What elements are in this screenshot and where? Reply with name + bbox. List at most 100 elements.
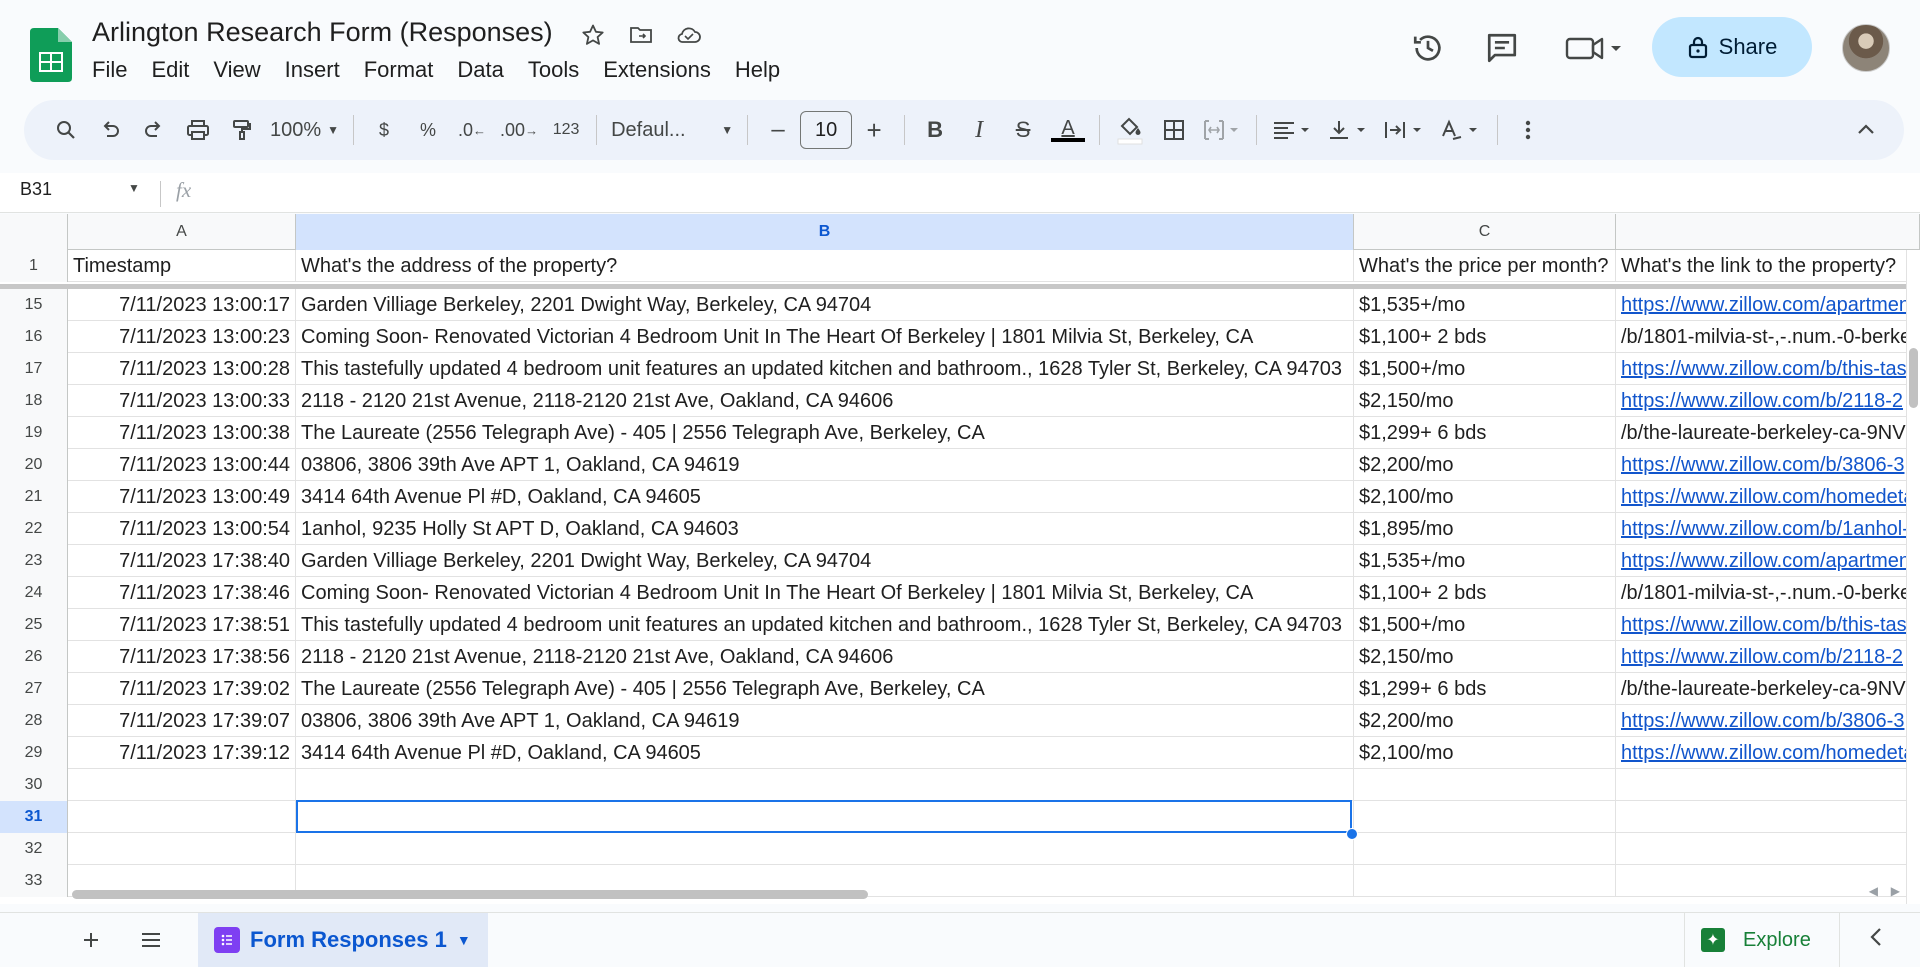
price-cell[interactable]: $1,100+ 2 bds: [1354, 321, 1616, 353]
header-cell[interactable]: Timestamp: [68, 250, 296, 282]
timestamp-cell[interactable]: 7/11/2023 17:39:12: [68, 737, 296, 769]
link-cell[interactable]: https://www.zillow.com/homedeta: [1616, 737, 1920, 769]
address-cell[interactable]: The Laureate (2556 Telegraph Ave) - 405 …: [296, 673, 1354, 705]
address-cell[interactable]: 03806, 3806 39th Ave APT 1, Oakland, CA …: [296, 705, 1354, 737]
timestamp-cell[interactable]: 7/11/2023 17:38:46: [68, 577, 296, 609]
price-cell[interactable]: [1354, 769, 1616, 801]
horizontal-align-icon[interactable]: [1267, 110, 1319, 150]
redo-icon[interactable]: [134, 110, 174, 150]
row-number[interactable]: 31: [0, 801, 68, 833]
price-cell[interactable]: $1,535+/mo: [1354, 289, 1616, 321]
share-button[interactable]: Share: [1652, 17, 1812, 77]
address-cell[interactable]: This tastefully updated 4 bedroom unit f…: [296, 353, 1354, 385]
spreadsheet-grid[interactable]: A B C 1 Timestamp What's the address of …: [0, 214, 1920, 904]
timestamp-cell[interactable]: [68, 769, 296, 801]
price-cell[interactable]: $1,100+ 2 bds: [1354, 577, 1616, 609]
format-currency-button[interactable]: $: [364, 110, 404, 150]
price-cell[interactable]: $1,535+/mo: [1354, 545, 1616, 577]
link-cell[interactable]: https://www.zillow.com/b/2118-2: [1616, 385, 1920, 417]
column-header-c[interactable]: C: [1354, 214, 1616, 250]
address-cell[interactable]: 2118 - 2120 21st Avenue, 2118-2120 21st …: [296, 641, 1354, 673]
select-all-corner[interactable]: [0, 214, 68, 250]
paint-format-icon[interactable]: [222, 110, 262, 150]
link-cell[interactable]: https://www.zillow.com/b/this-tas: [1616, 353, 1920, 385]
link-cell[interactable]: /b/the-laureate-berkeley-ca-9NV: [1616, 673, 1920, 705]
address-cell[interactable]: The Laureate (2556 Telegraph Ave) - 405 …: [296, 417, 1354, 449]
version-history-icon[interactable]: [1408, 28, 1448, 68]
address-cell[interactable]: 1anhol, 9235 Holly St APT D, Oakland, CA…: [296, 513, 1354, 545]
sheets-logo-icon[interactable]: [30, 28, 72, 82]
comments-icon[interactable]: [1482, 28, 1522, 68]
collapse-toolbar-icon[interactable]: [1846, 110, 1886, 150]
address-cell[interactable]: Coming Soon- Renovated Victorian 4 Bedro…: [296, 577, 1354, 609]
link-cell[interactable]: /b/the-laureate-berkeley-ca-9NV: [1616, 417, 1920, 449]
menu-extensions[interactable]: Extensions: [591, 55, 723, 85]
column-header-a[interactable]: A: [68, 214, 296, 250]
link-cell[interactable]: [1616, 801, 1920, 833]
decrease-font-size-button[interactable]: –: [758, 110, 798, 150]
increase-font-size-button[interactable]: +: [854, 110, 894, 150]
price-cell[interactable]: $2,200/mo: [1354, 449, 1616, 481]
link-cell[interactable]: /b/1801-milvia-st-,-.num.-0-berke: [1616, 321, 1920, 353]
chevron-down-icon[interactable]: ▼: [128, 181, 140, 195]
side-panel-toggle-icon[interactable]: [1866, 925, 1886, 956]
price-cell[interactable]: $1,299+ 6 bds: [1354, 417, 1616, 449]
scroll-left-icon[interactable]: ◀: [1869, 884, 1878, 898]
text-rotation-icon[interactable]: [1435, 110, 1487, 150]
address-cell[interactable]: Coming Soon- Renovated Victorian 4 Bedro…: [296, 321, 1354, 353]
fill-color-icon[interactable]: [1110, 110, 1150, 150]
format-percent-button[interactable]: %: [408, 110, 448, 150]
link-cell[interactable]: https://www.zillow.com/apartmen: [1616, 289, 1920, 321]
horizontal-scroll-thumb[interactable]: [72, 890, 868, 899]
link-cell[interactable]: https://www.zillow.com/homedeta: [1616, 481, 1920, 513]
timestamp-cell[interactable]: 7/11/2023 13:00:38: [68, 417, 296, 449]
strikethrough-button[interactable]: S: [1003, 110, 1043, 150]
merge-cells-icon[interactable]: [1198, 110, 1246, 150]
row-number[interactable]: 29: [0, 737, 68, 769]
header-cell[interactable]: What's the address of the property?: [296, 250, 1354, 282]
font-size-input[interactable]: 10: [800, 111, 853, 149]
timestamp-cell[interactable]: 7/11/2023 13:00:17: [68, 289, 296, 321]
row-number[interactable]: 20: [0, 449, 68, 481]
italic-button[interactable]: I: [959, 110, 999, 150]
menu-insert[interactable]: Insert: [273, 55, 352, 85]
row-number[interactable]: 24: [0, 577, 68, 609]
timestamp-cell[interactable]: 7/11/2023 13:00:54: [68, 513, 296, 545]
price-cell[interactable]: $2,200/mo: [1354, 705, 1616, 737]
row-number[interactable]: 19: [0, 417, 68, 449]
timestamp-cell[interactable]: 7/11/2023 13:00:28: [68, 353, 296, 385]
timestamp-cell[interactable]: 7/11/2023 17:39:02: [68, 673, 296, 705]
column-header-b[interactable]: B: [296, 214, 1354, 250]
increase-decimal-button[interactable]: .00 →: [496, 110, 542, 150]
timestamp-cell[interactable]: 7/11/2023 17:38:40: [68, 545, 296, 577]
address-cell[interactable]: 3414 64th Avenue Pl #D, Oakland, CA 9460…: [296, 481, 1354, 513]
horizontal-scrollbar[interactable]: ◀ ▶: [68, 884, 1906, 902]
borders-icon[interactable]: [1154, 110, 1194, 150]
fill-handle[interactable]: [1346, 828, 1358, 840]
avatar[interactable]: [1842, 24, 1890, 72]
timestamp-cell[interactable]: 7/11/2023 17:39:07: [68, 705, 296, 737]
move-folder-icon[interactable]: [626, 20, 656, 50]
timestamp-cell[interactable]: [68, 801, 296, 833]
price-cell[interactable]: $2,100/mo: [1354, 737, 1616, 769]
address-cell[interactable]: 2118 - 2120 21st Avenue, 2118-2120 21st …: [296, 385, 1354, 417]
link-cell[interactable]: https://www.zillow.com/b/2118-2: [1616, 641, 1920, 673]
address-cell[interactable]: [296, 769, 1354, 801]
address-cell[interactable]: Garden Villiage Berkeley, 2201 Dwight Wa…: [296, 289, 1354, 321]
document-title[interactable]: Arlington Research Form (Responses): [92, 17, 553, 48]
address-cell[interactable]: This tastefully updated 4 bedroom unit f…: [296, 609, 1354, 641]
link-cell[interactable]: https://www.zillow.com/b/3806-3: [1616, 705, 1920, 737]
price-cell[interactable]: $2,150/mo: [1354, 641, 1616, 673]
menu-view[interactable]: View: [201, 55, 272, 85]
formula-input[interactable]: [220, 173, 1900, 213]
timestamp-cell[interactable]: 7/11/2023 13:00:44: [68, 449, 296, 481]
price-cell[interactable]: $1,299+ 6 bds: [1354, 673, 1616, 705]
row-number[interactable]: 32: [0, 833, 68, 865]
star-icon[interactable]: [578, 20, 608, 50]
text-wrapping-icon[interactable]: [1379, 110, 1431, 150]
price-cell[interactable]: $1,500+/mo: [1354, 353, 1616, 385]
address-cell[interactable]: Garden Villiage Berkeley, 2201 Dwight Wa…: [296, 545, 1354, 577]
timestamp-cell[interactable]: 7/11/2023 13:00:23: [68, 321, 296, 353]
more-options-icon[interactable]: [1508, 110, 1548, 150]
menu-data[interactable]: Data: [445, 55, 515, 85]
